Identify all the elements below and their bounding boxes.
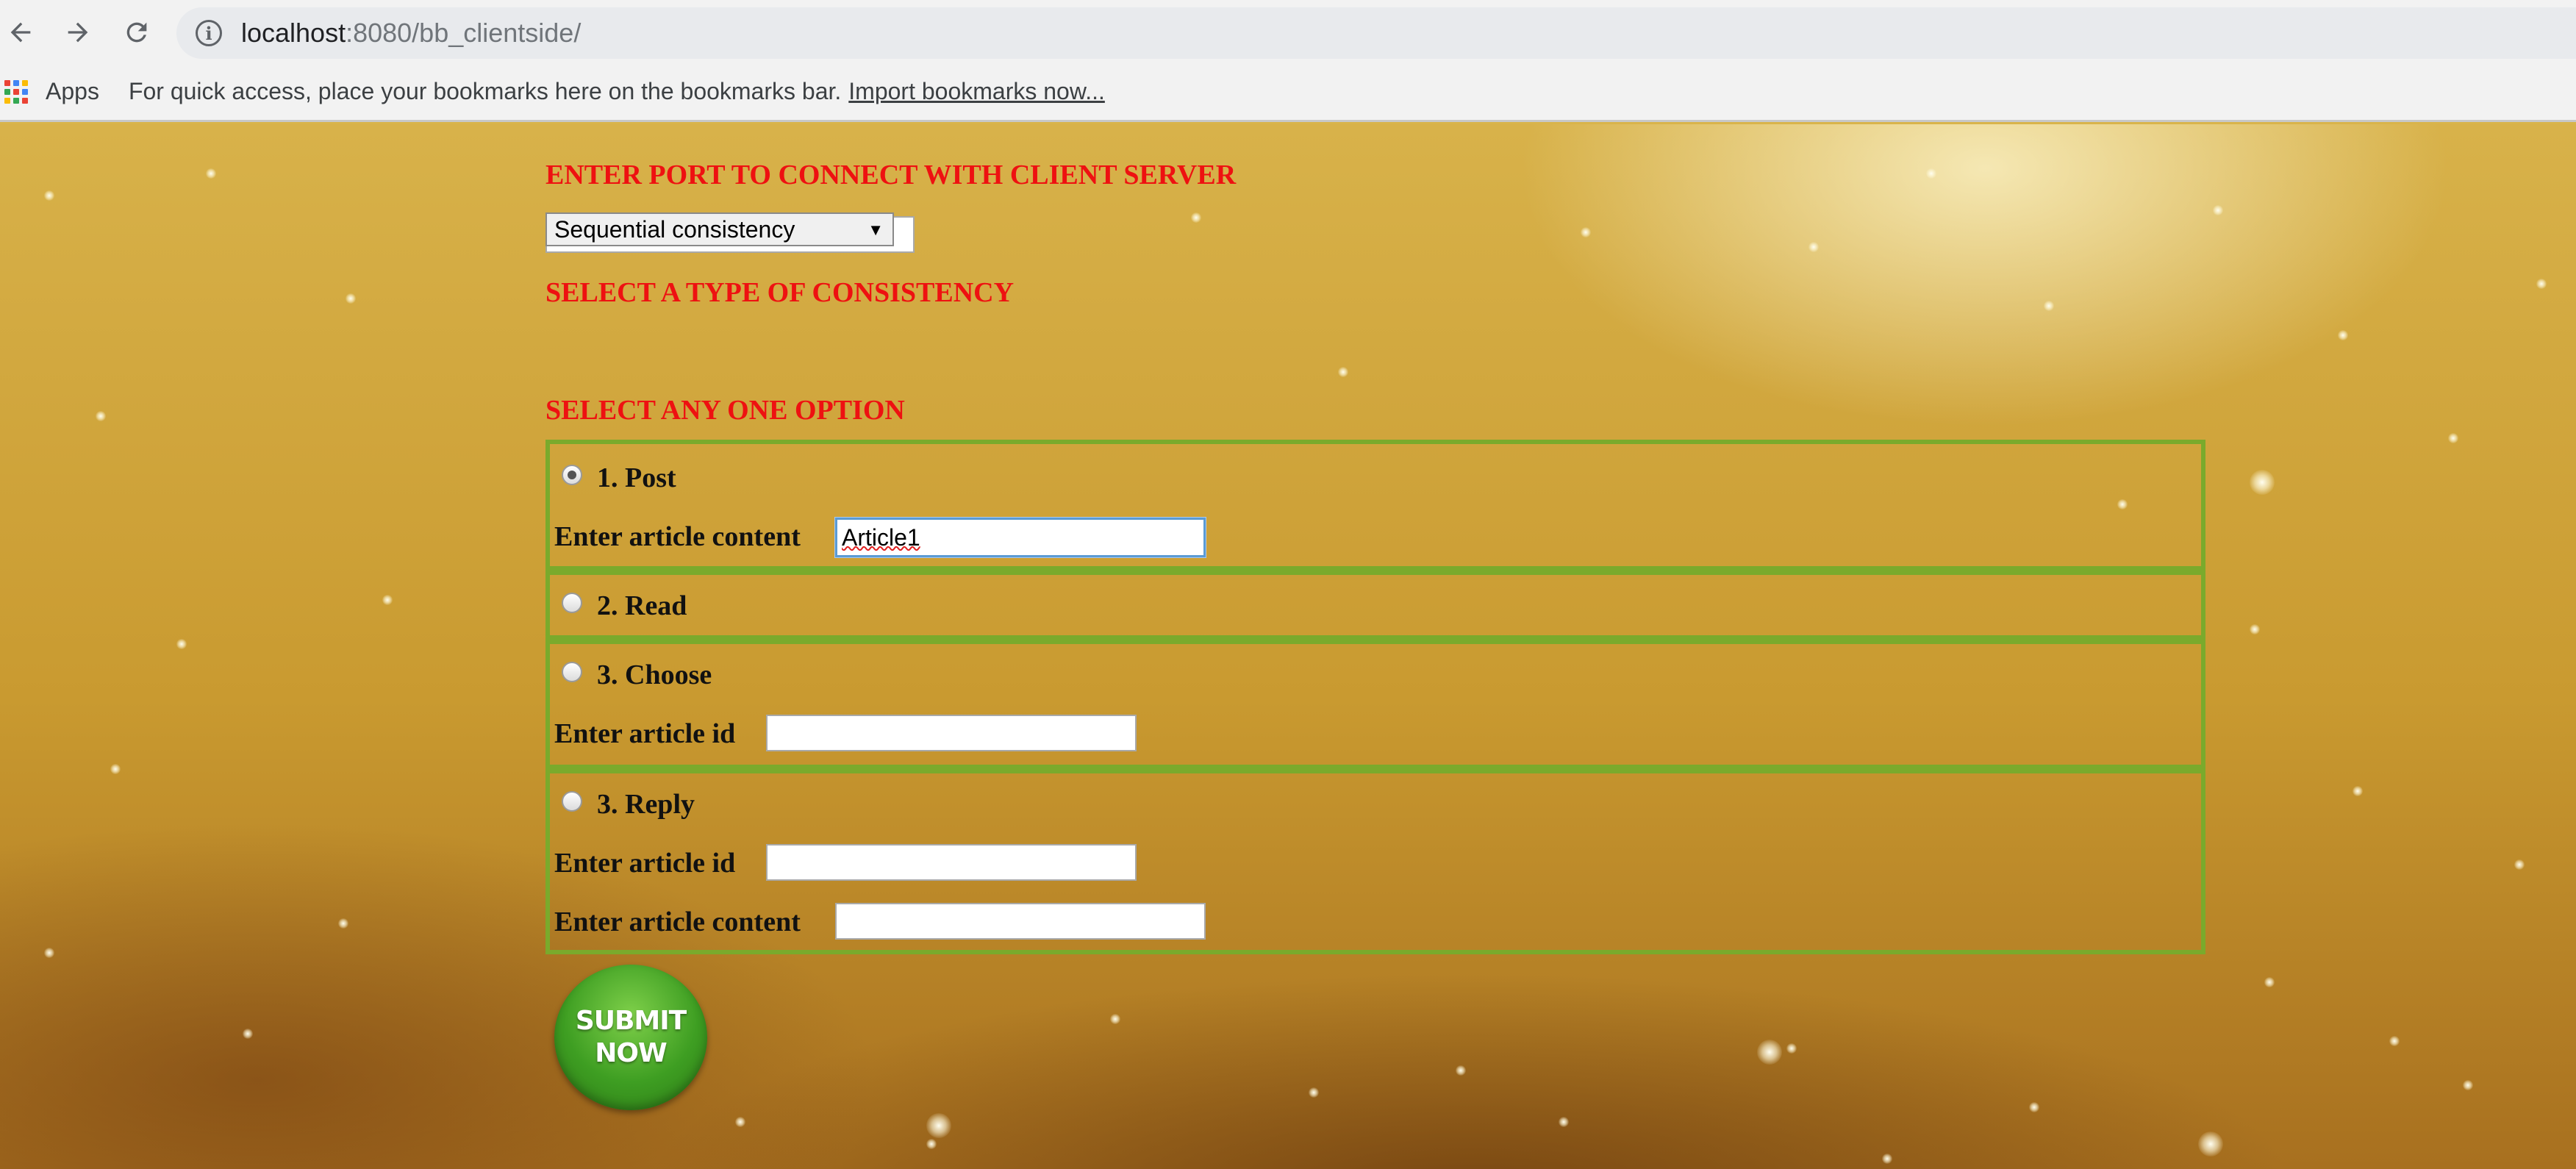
info-icon[interactable]: i [196, 20, 222, 46]
consistency-select[interactable]: Sequential consistency ▼ [545, 212, 894, 246]
radio-post[interactable] [562, 465, 582, 485]
post-content-label: Enter article content [554, 521, 801, 552]
option-heading: SELECT ANY ONE OPTION [545, 395, 905, 426]
sparkle-dot [735, 1117, 745, 1127]
consistency-heading: SELECT A TYPE OF CONSISTENCY [545, 277, 1015, 308]
sparkle-dot [2213, 205, 2223, 215]
sparkle-dot [338, 918, 348, 929]
sparkle-dot [2536, 279, 2547, 289]
sparkle-dot [176, 639, 187, 649]
sparkle-dot [1559, 1117, 1569, 1127]
sparkle-dot [2338, 330, 2348, 340]
reload-button[interactable] [118, 13, 156, 51]
sparkle-dot [2250, 624, 2260, 634]
sparkle-dot [2353, 786, 2363, 796]
option-read-label: 2. Read [597, 590, 687, 621]
sparkle-dot [2198, 1132, 2223, 1157]
reply-id-label: Enter article id [554, 848, 736, 879]
sparkle-dot [1786, 1043, 1797, 1054]
reply-content-label: Enter article content [554, 907, 801, 937]
option-post-label: 1. Post [597, 462, 676, 493]
sparkle-dot [1757, 1040, 1782, 1065]
submit-label-line1: SUBMIT [575, 1006, 687, 1036]
back-button[interactable] [1, 13, 40, 51]
reply-content-input[interactable] [835, 903, 1206, 940]
choose-id-label: Enter article id [554, 718, 736, 749]
reload-icon [126, 22, 147, 43]
sparkle-dot [926, 1113, 951, 1138]
sparkle-dot [110, 764, 121, 774]
forward-button[interactable] [59, 13, 97, 51]
browser-toolbar: i localhost:8080/bb_clientside/ [0, 0, 2576, 63]
option-choose-label: 3. Choose [597, 659, 712, 690]
option-post-box: 1. Post Enter article content Article1 [545, 440, 2205, 571]
apps-shortcut[interactable]: Apps [46, 78, 99, 105]
arrow-right-icon [68, 22, 88, 43]
reply-id-input[interactable] [766, 844, 1137, 881]
radio-choose[interactable] [562, 662, 582, 682]
sparkle-dot [382, 595, 393, 605]
choose-id-input[interactable] [766, 715, 1137, 751]
sparkle-dot [44, 190, 54, 201]
apps-grid-icon[interactable] [4, 79, 31, 105]
sparkle-dot [1808, 242, 1819, 252]
sparkle-dot [1110, 1014, 1120, 1024]
port-heading: ENTER PORT TO CONNECT WITH CLIENT SERVER [545, 160, 1237, 190]
sparkle-dot [206, 168, 216, 179]
submit-label-line2: NOW [595, 1038, 667, 1068]
sparkle-dot [2448, 433, 2458, 443]
address-bar[interactable]: i localhost:8080/bb_clientside/ [176, 7, 2576, 59]
dropdown-arrow-icon: ▼ [867, 221, 884, 239]
option-reply-box: 3. Reply Enter article id Enter article … [545, 769, 2205, 954]
radio-reply[interactable] [562, 791, 582, 812]
url-host: localhost [241, 18, 346, 48]
post-content-value: Article1 [842, 523, 920, 551]
sparkle-dot [2264, 977, 2275, 987]
sparkle-dot [1456, 1065, 1466, 1076]
url-text: localhost:8080/bb_clientside/ [241, 18, 581, 49]
sparkle-dot [243, 1029, 253, 1039]
option-read-box: 2. Read [545, 571, 2205, 640]
sparkle-dot [926, 1139, 937, 1149]
sparkle-dot [2514, 859, 2525, 870]
option-choose-box: 3. Choose Enter article id [545, 640, 2205, 769]
import-bookmarks-link[interactable]: Import bookmarks now... [848, 78, 1105, 105]
sparkle-dot [96, 411, 106, 421]
sparkle-dot [2250, 470, 2275, 495]
sparkle-dot [1926, 168, 1936, 179]
sparkle-dot [1581, 227, 1591, 237]
radio-read[interactable] [562, 593, 582, 613]
bookmarks-bar: Apps For quick access, place your bookma… [0, 63, 2576, 122]
sparkle-dot [1882, 1154, 1892, 1164]
bookmarks-message: For quick access, place your bookmarks h… [128, 78, 842, 104]
option-reply-label: 3. Reply [597, 789, 695, 820]
sparkle-dot [1309, 1087, 1319, 1098]
sparkle-dot [2463, 1080, 2473, 1090]
post-content-input[interactable]: Article1 [835, 518, 1206, 557]
sparkle-dot [2389, 1036, 2400, 1046]
sparkle-dot [44, 948, 54, 958]
submit-now-button[interactable]: SUBMIT NOW [554, 965, 707, 1110]
sparkle-dot [346, 293, 356, 304]
arrow-left-icon [10, 22, 31, 43]
url-path: :8080/bb_clientside/ [346, 18, 582, 48]
consistency-selected-value: Sequential consistency [554, 215, 795, 243]
sparkle-dot [2044, 301, 2054, 311]
sparkle-dot [2029, 1102, 2039, 1112]
sparkle-dot [1338, 367, 1348, 377]
sparkle-dot [1191, 212, 1201, 223]
